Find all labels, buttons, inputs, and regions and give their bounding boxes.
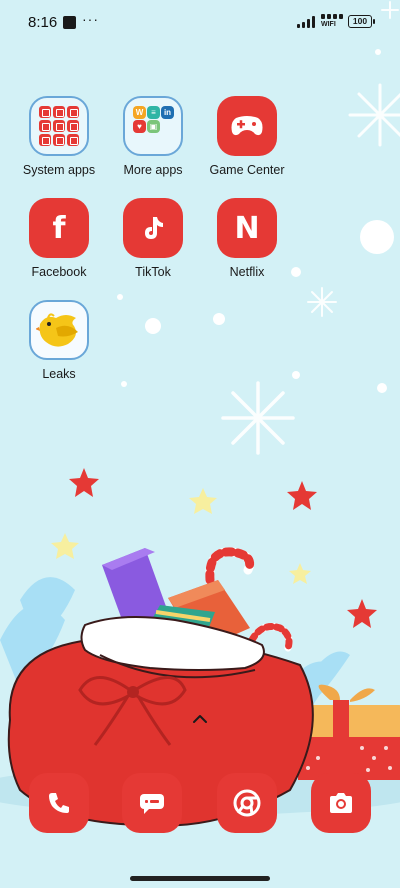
message-icon: [140, 794, 164, 814]
dock-messages-button[interactable]: [122, 773, 182, 833]
tiktok-note-icon: [123, 198, 183, 258]
app-label: More apps: [123, 163, 183, 177]
app-more-apps[interactable]: W ≡ in ♥ ▣ More apps: [108, 96, 198, 177]
app-label: TikTok: [135, 265, 171, 279]
folder-icon: [29, 96, 89, 156]
phone-icon: [49, 793, 69, 813]
facebook-icon: f: [29, 198, 89, 258]
mini-app-icon: W: [133, 106, 146, 119]
app-label: Game Center: [209, 163, 285, 177]
app-tiktok[interactable]: TikTok: [108, 198, 198, 279]
wifi-label: WIFI: [321, 21, 336, 28]
netflix-icon: N: [217, 198, 277, 258]
app-label: Facebook: [31, 265, 87, 279]
chevron-up-icon[interactable]: [191, 713, 209, 725]
square-notification-icon: [63, 16, 76, 29]
gamepad-icon: [217, 96, 277, 156]
home-indicator[interactable]: [130, 876, 270, 881]
app-label: System apps: [22, 163, 96, 177]
mini-app-icon: ▣: [147, 120, 160, 133]
camera-icon: [330, 793, 352, 813]
more-notifications-icon: ···: [82, 11, 99, 27]
status-time: 8:16: [28, 14, 58, 31]
app-netflix[interactable]: N Netflix: [202, 198, 292, 279]
folder-icon: W ≡ in ♥ ▣: [123, 96, 183, 156]
app-label: Leaks: [42, 367, 76, 381]
netflix-letter: N: [234, 210, 260, 246]
linkedin-mini-icon: in: [161, 106, 174, 119]
home-screen: 8:16 ··· WIFI 100 System apps W ≡ in ♥ ▣: [0, 0, 400, 888]
facebook-letter: f: [52, 210, 66, 246]
dock-browser-button[interactable]: [217, 773, 277, 833]
app-game-center[interactable]: Game Center: [202, 96, 292, 177]
wifi-icon: WIFI: [321, 14, 343, 30]
dock-phone-button[interactable]: [29, 773, 89, 833]
app-facebook[interactable]: f Facebook: [14, 198, 104, 279]
system-apps-grid-icon: [39, 106, 79, 146]
signal-icon: [297, 16, 319, 28]
mini-app-icon: ♥: [133, 120, 146, 133]
dock-camera-button[interactable]: [311, 773, 371, 833]
app-leaks[interactable]: Leaks: [14, 300, 104, 381]
app-system-apps[interactable]: System apps: [14, 96, 104, 177]
yellow-bird-icon: [29, 300, 89, 360]
status-bar: 8:16 ··· WIFI 100: [0, 0, 400, 44]
mini-app-icon: ≡: [147, 106, 160, 119]
chrome-icon: [233, 789, 261, 817]
battery-icon: 100: [348, 15, 375, 28]
app-label: Netflix: [229, 265, 265, 279]
